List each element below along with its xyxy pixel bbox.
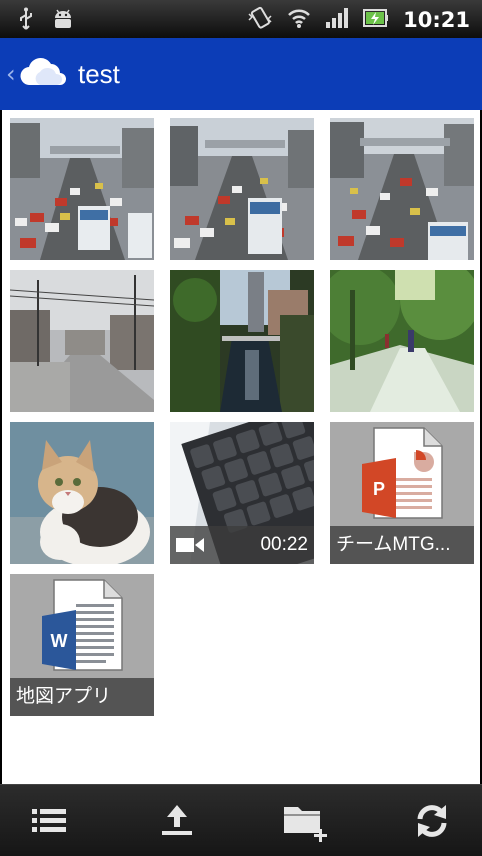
photo-thumbnail-canal[interactable] bbox=[170, 270, 314, 412]
chevron-left-icon[interactable]: ‹ bbox=[6, 60, 18, 88]
signal-icon bbox=[325, 7, 349, 33]
video-caption: 00:22 bbox=[170, 526, 314, 564]
photo-thumbnail-traffic[interactable] bbox=[10, 118, 154, 260]
action-bar: ‹ test bbox=[0, 38, 482, 110]
battery-charging-icon bbox=[363, 7, 389, 33]
file-grid: 00:22 P チームMTG... W 地図アプリ bbox=[0, 110, 482, 784]
wifi-icon bbox=[287, 7, 311, 33]
photo-thumbnail-park-path[interactable] bbox=[330, 270, 474, 412]
clock: 10:21 bbox=[403, 8, 470, 32]
photo-thumbnail-traffic[interactable] bbox=[330, 118, 474, 260]
list-view-icon[interactable] bbox=[28, 799, 72, 843]
vibrate-icon bbox=[247, 6, 273, 34]
photo-thumbnail-street[interactable] bbox=[10, 270, 154, 412]
refresh-icon[interactable] bbox=[410, 799, 454, 843]
usb-icon bbox=[18, 7, 34, 35]
file-name: チームMTG... bbox=[330, 526, 474, 564]
new-folder-icon[interactable] bbox=[282, 799, 327, 843]
android-debug-icon bbox=[52, 8, 74, 34]
page-title: test bbox=[78, 58, 120, 89]
onedrive-cloud-icon[interactable] bbox=[20, 57, 68, 91]
svg-text:P: P bbox=[373, 479, 385, 499]
video-camera-icon bbox=[176, 536, 204, 554]
photo-thumbnail-cat[interactable] bbox=[10, 422, 154, 564]
video-thumbnail[interactable]: 00:22 bbox=[170, 422, 314, 564]
document-tile-powerpoint[interactable]: P チームMTG... bbox=[330, 422, 474, 564]
photo-thumbnail-traffic[interactable] bbox=[170, 118, 314, 260]
bottom-toolbar bbox=[0, 784, 482, 856]
upload-icon[interactable] bbox=[155, 799, 199, 843]
video-duration: 00:22 bbox=[260, 534, 308, 555]
document-tile-word[interactable]: W 地図アプリ bbox=[10, 574, 154, 716]
status-bar: 10:21 bbox=[0, 0, 482, 38]
file-name: 地図アプリ bbox=[10, 678, 154, 716]
svg-text:W: W bbox=[51, 631, 68, 651]
